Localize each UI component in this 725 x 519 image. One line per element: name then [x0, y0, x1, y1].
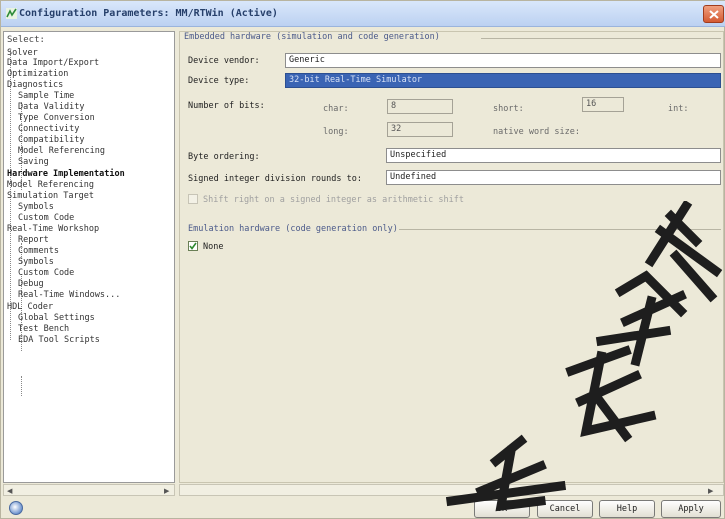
tree-header: Select:: [7, 35, 45, 45]
configuration-dialog: Configuration Parameters: MM/RTWin (Acti…: [0, 0, 725, 519]
help-icon[interactable]: [9, 501, 23, 515]
tree-item-eda-tool-scripts[interactable]: EDA Tool Scripts: [18, 335, 100, 345]
int-label: int:: [668, 104, 689, 114]
window-title: Configuration Parameters: MM/RTWin (Acti…: [19, 8, 278, 19]
device-vendor-label: Device vendor:: [188, 56, 260, 66]
tree-item-symbols-sim[interactable]: Symbols: [18, 202, 54, 212]
tree-item-diagnostics[interactable]: Diagnostics: [7, 80, 63, 90]
group-divider: [399, 229, 721, 230]
tree-item-report[interactable]: Report: [18, 235, 49, 245]
device-type-dropdown[interactable]: 32-bit Real-Time Simulator: [285, 73, 721, 88]
tree-item-custom-code-rtw[interactable]: Custom Code: [18, 268, 74, 278]
short-bits-field[interactable]: 16: [582, 97, 624, 112]
device-vendor-dropdown[interactable]: Generic: [285, 53, 721, 68]
shift-right-label: Shift right on a signed integer as arith…: [203, 195, 464, 205]
simulink-icon: [6, 8, 17, 19]
close-button[interactable]: [703, 5, 724, 23]
cancel-button[interactable]: Cancel: [537, 500, 593, 518]
tree-guide-line: [21, 376, 22, 396]
emulation-hardware-group-title: Emulation hardware (code generation only…: [188, 224, 398, 234]
panel-horizontal-scrollbar[interactable]: ▶: [179, 484, 724, 496]
scroll-right-icon[interactable]: ▶: [164, 487, 169, 495]
tree-item-compatibility[interactable]: Compatibility: [18, 135, 85, 145]
title-bar[interactable]: Configuration Parameters: MM/RTWin (Acti…: [1, 1, 725, 27]
shift-right-checkbox[interactable]: [188, 194, 198, 204]
char-label: char:: [323, 104, 349, 114]
tree-item-custom-code-sim[interactable]: Custom Code: [18, 213, 74, 223]
apply-button[interactable]: Apply: [661, 500, 721, 518]
long-label: long:: [323, 127, 349, 137]
tree-horizontal-scrollbar[interactable]: ◀ ▶: [3, 484, 175, 496]
short-label: short:: [493, 104, 524, 114]
scroll-left-icon[interactable]: ◀: [7, 487, 12, 495]
tree-item-solver[interactable]: Solver: [7, 48, 38, 58]
tree-item-optimization[interactable]: Optimization: [7, 69, 68, 79]
signed-division-dropdown[interactable]: Undefined: [386, 170, 721, 185]
embedded-hardware-group-title: Embedded hardware (simulation and code g…: [184, 32, 440, 42]
device-type-label: Device type:: [188, 76, 250, 86]
byte-ordering-label: Byte ordering:: [188, 152, 260, 162]
checkmark-icon: [189, 242, 197, 250]
char-bits-field[interactable]: 8: [387, 99, 453, 114]
emulation-none-label: None: [203, 242, 224, 252]
close-icon: [709, 10, 719, 19]
group-divider: [481, 38, 721, 39]
tree-item-data-validity[interactable]: Data Validity: [18, 102, 85, 112]
tree-item-hardware-implementation[interactable]: Hardware Implementation: [7, 169, 125, 179]
ok-button[interactable]: OK: [474, 500, 530, 518]
tree-item-simulation-target[interactable]: Simulation Target: [7, 191, 94, 201]
tree-item-real-time-workshop[interactable]: Real-Time Workshop: [7, 224, 99, 234]
tree-item-debug[interactable]: Debug: [18, 279, 44, 289]
help-button[interactable]: Help: [599, 500, 655, 518]
tree-item-real-time-windows[interactable]: Real-Time Windows...: [18, 290, 120, 300]
tree-item-sample-time[interactable]: Sample Time: [18, 91, 74, 101]
byte-ordering-dropdown[interactable]: Unspecified: [386, 148, 721, 163]
tree-item-global-settings[interactable]: Global Settings: [18, 313, 95, 323]
tree-item-connectivity[interactable]: Connectivity: [18, 124, 79, 134]
number-of-bits-label: Number of bits:: [188, 101, 265, 111]
tree-item-hdl-coder[interactable]: HDL Coder: [7, 302, 53, 312]
tree-item-comments[interactable]: Comments: [18, 246, 59, 256]
signed-division-label: Signed integer division rounds to:: [188, 174, 362, 184]
tree-item-model-referencing-diag[interactable]: Model Referencing: [18, 146, 105, 156]
emulation-none-checkbox[interactable]: [188, 241, 198, 251]
category-tree[interactable]: Select: Solver Data Import/Export Optimi…: [3, 31, 175, 483]
tree-item-model-referencing[interactable]: Model Referencing: [7, 180, 94, 190]
native-word-size-label: native word size:: [493, 127, 580, 137]
long-bits-field[interactable]: 32: [387, 122, 453, 137]
tree-item-type-conversion[interactable]: Type Conversion: [18, 113, 95, 123]
tree-item-data-import-export[interactable]: Data Import/Export: [7, 58, 99, 68]
tree-item-symbols-rtw[interactable]: Symbols: [18, 257, 54, 267]
tree-item-saving[interactable]: Saving: [18, 157, 49, 167]
scroll-right-icon[interactable]: ▶: [708, 487, 713, 495]
tree-item-test-bench[interactable]: Test Bench: [18, 324, 69, 334]
